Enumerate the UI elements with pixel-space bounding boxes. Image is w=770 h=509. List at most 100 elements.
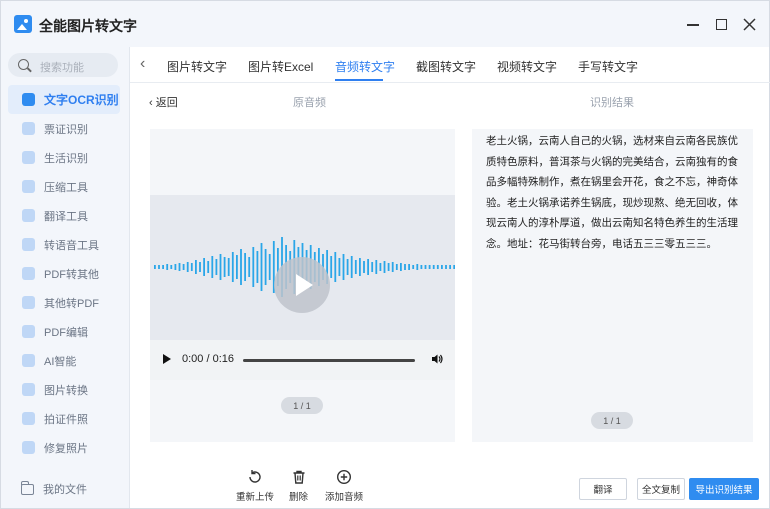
player-time: 0:00 / 0:16 bbox=[182, 353, 234, 365]
app-logo-icon bbox=[14, 15, 32, 33]
waveform-bar bbox=[219, 254, 222, 280]
waveform-bar bbox=[268, 254, 271, 280]
add-audio-button[interactable]: 添加音频 bbox=[325, 469, 363, 503]
voice-icon bbox=[22, 238, 35, 251]
copy-all-button[interactable]: 全文复制 bbox=[637, 478, 685, 500]
audio-visual bbox=[150, 195, 455, 340]
sidebar-item-life[interactable]: 生活识别 bbox=[8, 143, 120, 172]
sidebar-item-translate[interactable]: 翻译工具 bbox=[8, 201, 120, 230]
sidebar-item-ocr[interactable]: 文字OCR识别 bbox=[8, 85, 120, 114]
waveform-bar bbox=[227, 258, 230, 276]
waveform-bar bbox=[190, 263, 193, 271]
sidebar-item-label: 生活识别 bbox=[44, 152, 88, 165]
tab-image-to-excel[interactable]: 图片转Excel bbox=[248, 58, 313, 75]
back-button[interactable]: ‹ 返回 bbox=[149, 94, 178, 110]
sidebar-item-label: 拍证件照 bbox=[44, 413, 88, 426]
play-icon bbox=[296, 274, 313, 296]
audio-panel: 0:00 / 0:16 1 / 1 bbox=[150, 129, 455, 442]
minimize-button[interactable] bbox=[682, 13, 704, 35]
result-text[interactable]: 老土火锅，云南人自己的火锅，选材来自云南各民族优质特色原料，普洱茶与火锅的完美结… bbox=[486, 129, 744, 254]
sidebar-item-label: 压缩工具 bbox=[44, 181, 88, 194]
waveform-bar bbox=[223, 257, 226, 277]
waveform-bar bbox=[400, 263, 402, 271]
translate-icon bbox=[22, 209, 35, 222]
sidebar-item-other-to-pdf[interactable]: 其他转PDF bbox=[8, 288, 120, 317]
sidebar-item-ai[interactable]: AI智能 bbox=[8, 346, 120, 375]
tab-video-to-text[interactable]: 视频转文字 bbox=[497, 58, 557, 75]
waveform-bar bbox=[379, 263, 382, 271]
waveform-bar bbox=[170, 265, 173, 269]
waveform-bar bbox=[395, 264, 398, 270]
waveform-bar bbox=[445, 265, 447, 269]
tab-scroll-left-icon[interactable]: ‹ bbox=[140, 56, 145, 72]
waveform-bar bbox=[158, 265, 160, 269]
title-bar: 全能图片转文字 bbox=[1, 1, 769, 47]
sidebar-item-label: 其他转PDF bbox=[44, 297, 99, 310]
waveform-bar bbox=[346, 259, 349, 275]
waveform-bar bbox=[342, 254, 345, 280]
trash-icon bbox=[293, 470, 304, 484]
search-box[interactable]: 搜索功能 bbox=[8, 53, 118, 77]
maximize-button[interactable] bbox=[710, 13, 732, 35]
pdf-icon bbox=[22, 267, 35, 280]
sidebar-item-label: 文字OCR识别 bbox=[44, 93, 119, 107]
waveform-bar bbox=[260, 243, 263, 291]
waveform-bar bbox=[195, 260, 197, 274]
waveform-bar bbox=[432, 265, 435, 269]
waveform-bar bbox=[387, 263, 390, 271]
waveform-bar bbox=[231, 252, 234, 282]
waveform-bar bbox=[436, 265, 439, 269]
app-window: 全能图片转文字 搜索功能 文字OCR识别 票证识别 生活识别 压缩工具 翻译工具… bbox=[0, 0, 770, 509]
waveform-bar bbox=[236, 255, 238, 279]
sidebar-item-label: 票证识别 bbox=[44, 123, 88, 136]
waveform-bar bbox=[182, 264, 185, 270]
waveform-bar bbox=[256, 251, 259, 283]
minimize-icon bbox=[687, 24, 699, 26]
sidebar-item-image-convert[interactable]: 图片转换 bbox=[8, 375, 120, 404]
sidebar-item-compress[interactable]: 压缩工具 bbox=[8, 172, 120, 201]
original-audio-header: 原音频 bbox=[293, 97, 326, 109]
image-convert-icon bbox=[22, 383, 35, 396]
volume-icon[interactable] bbox=[431, 353, 443, 365]
reupload-button[interactable]: 重新上传 bbox=[236, 469, 274, 503]
pdf-edit-icon bbox=[22, 325, 35, 338]
sidebar-item-repair[interactable]: 修复照片 bbox=[8, 433, 120, 462]
waveform-bar bbox=[334, 252, 337, 282]
waveform-bar bbox=[244, 253, 246, 281]
add-circle-icon bbox=[336, 469, 352, 485]
delete-button[interactable]: 删除 bbox=[289, 469, 308, 503]
tab-screenshot-to-text[interactable]: 截图转文字 bbox=[416, 58, 476, 75]
reupload-label: 重新上传 bbox=[236, 492, 275, 503]
waveform-bar bbox=[383, 261, 386, 273]
to-pdf-icon bbox=[22, 296, 35, 309]
back-label: 返回 bbox=[155, 97, 178, 109]
waveform-bar bbox=[178, 263, 181, 271]
translate-button[interactable]: 翻译 bbox=[579, 478, 627, 500]
tab-image-to-text[interactable]: 图片转文字 bbox=[167, 58, 227, 75]
repair-icon bbox=[22, 441, 35, 454]
sidebar-item-label: PDF转其他 bbox=[44, 268, 99, 281]
waveform-bar bbox=[412, 265, 415, 269]
sidebar-item-pdf-edit[interactable]: PDF编辑 bbox=[8, 317, 120, 346]
export-result-button[interactable]: 导出识别结果 bbox=[689, 478, 759, 500]
sidebar-item-label: 转语音工具 bbox=[44, 239, 99, 252]
my-files-link[interactable]: 我的文件 bbox=[21, 480, 87, 497]
sidebar-item-ticket[interactable]: 票证识别 bbox=[8, 114, 120, 143]
sidebar-item-id-photo[interactable]: 拍证件照 bbox=[8, 404, 120, 433]
sidebar-item-label: 翻译工具 bbox=[44, 210, 88, 223]
close-button[interactable] bbox=[738, 13, 760, 35]
player-play-button[interactable] bbox=[163, 354, 171, 364]
sidebar-item-voice[interactable]: 转语音工具 bbox=[8, 230, 120, 259]
player-progress-slider[interactable] bbox=[243, 359, 415, 362]
waveform-bar bbox=[207, 261, 210, 273]
tab-handwriting-to-text[interactable]: 手写转文字 bbox=[578, 58, 638, 75]
tab-audio-to-text[interactable]: 音频转文字 bbox=[335, 58, 395, 75]
maximize-icon bbox=[715, 18, 727, 30]
play-overlay-button[interactable] bbox=[274, 257, 330, 313]
waveform-bar bbox=[424, 265, 427, 269]
close-icon bbox=[742, 17, 756, 31]
sidebar-item-pdf-to-other[interactable]: PDF转其他 bbox=[8, 259, 120, 288]
search-input[interactable]: 搜索功能 bbox=[40, 59, 84, 75]
ticket-icon bbox=[22, 122, 35, 135]
sidebar-item-label: PDF编辑 bbox=[44, 326, 88, 339]
